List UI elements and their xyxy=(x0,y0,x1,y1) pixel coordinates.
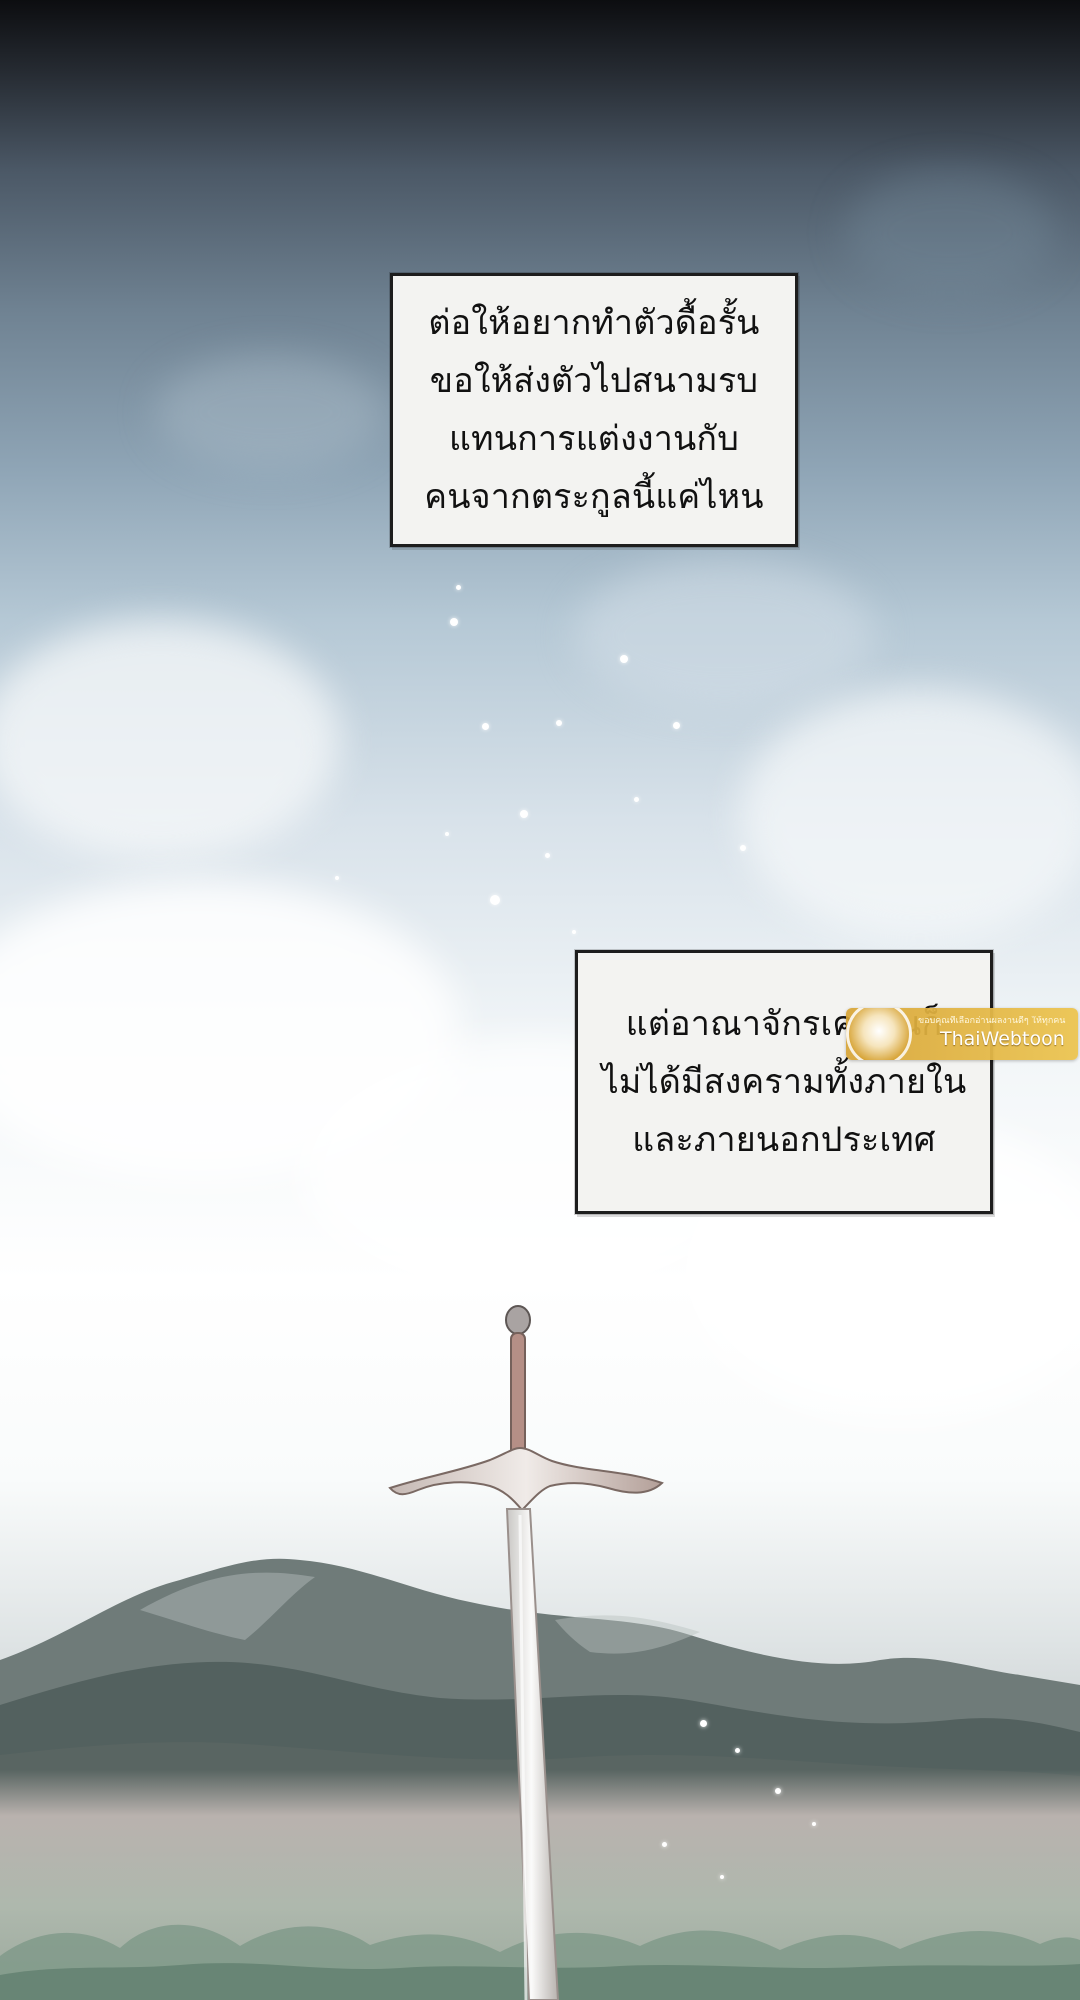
snow-sparkle xyxy=(572,930,576,934)
snow-sparkle xyxy=(556,720,562,726)
snow-sparkle xyxy=(740,845,746,851)
snow-sparkle xyxy=(812,1822,816,1826)
caption-line: ต่อให้อยากทำตัวดื้อรั้น xyxy=(428,303,760,343)
snow-sparkle xyxy=(445,832,449,836)
snow-sparkle xyxy=(456,585,461,590)
snow-sparkle xyxy=(720,1875,724,1879)
snow-sparkle xyxy=(490,895,500,905)
watermark-small-text: ขอบคุณที่เลือกอ่านผลงานดีๆ ให้ทุกคน xyxy=(918,1016,1066,1026)
caption-line: ไม่ได้มีสงครามทั้งภายใน xyxy=(601,1062,967,1102)
comic-panel: ต่อให้อยากทำตัวดื้อรั้น ขอให้ส่งตัวไปสนา… xyxy=(0,0,1080,2000)
snow-sparkle xyxy=(520,810,528,818)
sword xyxy=(388,1305,664,2000)
snow-sparkle xyxy=(335,876,339,880)
snow-sparkle xyxy=(482,723,489,730)
watermark-logo-icon xyxy=(846,1008,912,1060)
snow-sparkle xyxy=(545,853,550,858)
snow-sparkle xyxy=(450,618,458,626)
watermark-badge: ขอบคุณที่เลือกอ่านผลงานดีๆ ให้ทุกคน Thai… xyxy=(846,1008,1078,1060)
snow-sparkle xyxy=(735,1748,740,1753)
snow-sparkle xyxy=(775,1788,781,1794)
snow-sparkle xyxy=(673,722,680,729)
snow-sparkle xyxy=(634,797,639,802)
caption-line: คนจากตระกูลนี้แค่ไหน xyxy=(424,477,764,517)
watermark-brand: ThaiWebtoon xyxy=(940,1028,1065,1050)
caption-box-bottom: แต่อาณาจักรเคฟรันก็ ไม่ได้มีสงครามทั้งภา… xyxy=(575,950,993,1214)
caption-line: และภายนอกประเทศ xyxy=(632,1120,936,1160)
caption-box-top: ต่อให้อยากทำตัวดื้อรั้น ขอให้ส่งตัวไปสนา… xyxy=(390,273,798,547)
caption-line: ขอให้ส่งตัวไปสนามรบ xyxy=(429,361,759,401)
snow-sparkle xyxy=(620,655,628,663)
snow-sparkle xyxy=(700,1720,707,1727)
caption-line: แทนการแต่งงานกับ xyxy=(448,419,739,459)
